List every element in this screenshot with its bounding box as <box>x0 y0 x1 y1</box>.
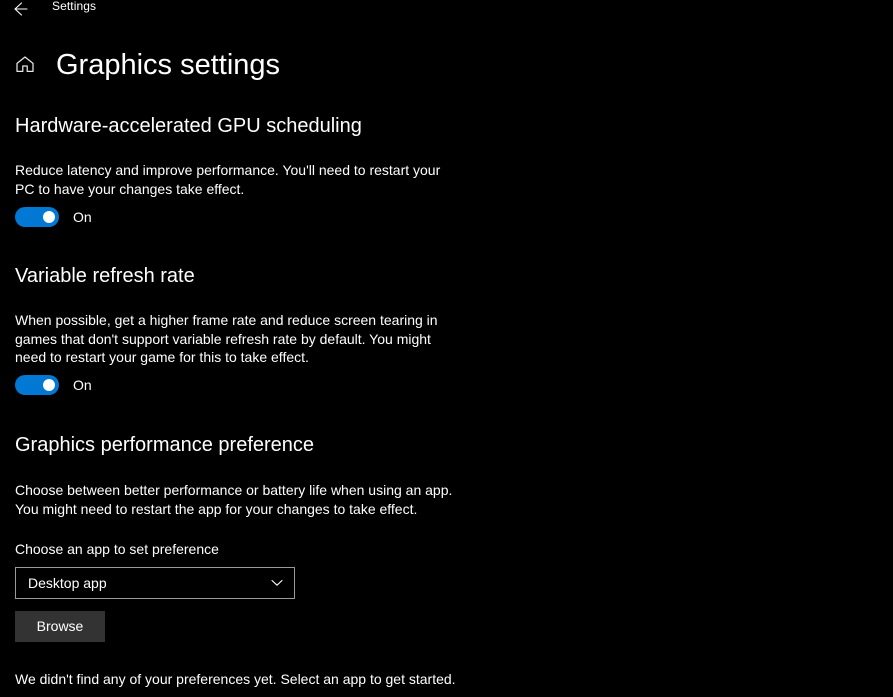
toggle-gpu-scheduling[interactable] <box>15 207 59 227</box>
toggle-row-gpu-scheduling: On <box>15 206 135 228</box>
choose-app-label: Choose an app to set preference <box>15 541 219 557</box>
toggle-knob <box>43 379 55 391</box>
title-bar: Settings <box>0 0 893 22</box>
page-header: Graphics settings <box>0 44 500 86</box>
back-arrow-icon <box>8 0 30 20</box>
section-description-variable-refresh-rate: When possible, get a higher frame rate a… <box>15 312 438 365</box>
app-type-dropdown[interactable]: Desktop app <box>15 567 295 599</box>
toggle-variable-refresh-rate[interactable] <box>15 375 59 395</box>
browse-button[interactable]: Browse <box>15 611 105 642</box>
app-type-dropdown-value: Desktop app <box>28 575 107 591</box>
toggle-row-variable-refresh-rate: On <box>15 374 135 396</box>
back-button[interactable] <box>4 0 34 22</box>
page-title: Graphics settings <box>56 49 281 81</box>
empty-state-message: We didn't find any of your preferences y… <box>15 671 456 687</box>
section-heading-gpu-scheduling: Hardware-accelerated GPU scheduling <box>15 115 362 137</box>
section-description-graphics-performance-preference: Choose between better performance or bat… <box>15 482 453 517</box>
breadcrumb[interactable]: Settings <box>52 0 96 14</box>
section-heading-variable-refresh-rate: Variable refresh rate <box>15 265 195 287</box>
toggle-knob <box>43 211 55 223</box>
section-description-gpu-scheduling: Reduce latency and improve performance. … <box>15 162 441 197</box>
toggle-state-label-gpu-scheduling: On <box>73 209 92 225</box>
chevron-down-icon <box>270 577 284 589</box>
section-heading-graphics-performance-preference: Graphics performance preference <box>15 434 315 456</box>
toggle-state-label-variable-refresh-rate: On <box>73 377 92 393</box>
home-icon[interactable] <box>14 53 36 75</box>
